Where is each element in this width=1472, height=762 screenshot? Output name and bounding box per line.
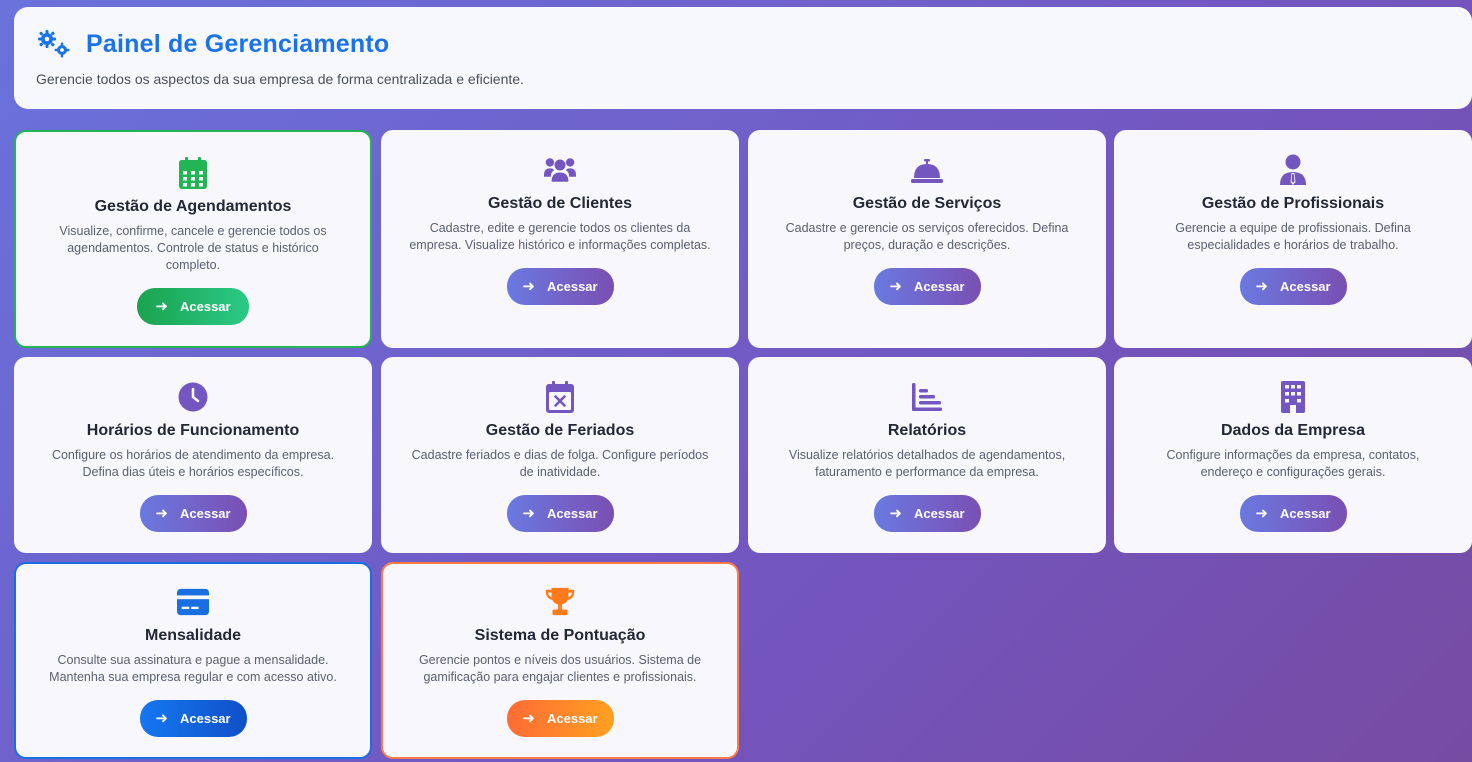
card-description: Configure informações da empresa, contat… — [1166, 448, 1420, 479]
card-relatorios: Relatórios Visualize relatórios detalhad… — [748, 357, 1106, 553]
card-description: Visualize, confirme, cancele e gerencie … — [59, 224, 327, 272]
card-feriados: Gestão de Feriados Cadastre feriados e d… — [381, 357, 739, 553]
arrow-right-icon: ➜ — [889, 278, 902, 295]
acessar-empresa-button[interactable]: ➜ Acessar — [1239, 495, 1347, 532]
building-icon — [1277, 381, 1309, 413]
card-agendamentos: Gestão de Agendamentos Visualize, confir… — [14, 130, 372, 348]
trophy-icon — [544, 586, 576, 618]
card-title: Sistema de Pontuação — [474, 627, 646, 644]
user-tie-icon — [1277, 154, 1309, 186]
arrow-right-icon: ➜ — [522, 278, 535, 295]
arrow-right-icon: ➜ — [1255, 505, 1268, 522]
card-description: Cadastre e gerencie os serviços oferecid… — [785, 221, 1069, 252]
card-mensalidade: Mensalidade Consulte sua assinatura e pa… — [14, 562, 372, 759]
service-bell-icon — [911, 154, 943, 186]
acessar-mensalidade-button[interactable]: ➜ Acessar — [139, 700, 247, 737]
card-pontuacao: Sistema de Pontuação Gerencie pontos e n… — [381, 562, 739, 759]
credit-card-icon — [177, 586, 209, 618]
card-clientes: Gestão de Clientes Cadastre, edite e ger… — [381, 130, 739, 348]
card-title: Mensalidade — [144, 627, 242, 644]
card-title: Relatórios — [887, 422, 967, 439]
arrow-right-icon: ➜ — [155, 298, 168, 315]
arrow-right-icon: ➜ — [155, 505, 168, 522]
card-description: Gerencie pontos e níveis dos usuários. S… — [418, 653, 702, 684]
acessar-relatorios-button[interactable]: ➜ Acessar — [873, 495, 981, 532]
arrow-right-icon: ➜ — [889, 505, 902, 522]
card-title: Gestão de Clientes — [487, 195, 633, 212]
acessar-horarios-button[interactable]: ➜ Acessar — [139, 495, 247, 532]
card-title: Gestão de Feriados — [485, 422, 635, 439]
page-title: Painel de Gerenciamento — [86, 29, 390, 58]
card-profissionais: Gestão de Profissionais Gerencie a equip… — [1114, 130, 1472, 348]
calendar-x-icon — [544, 381, 576, 413]
acessar-servicos-button[interactable]: ➜ Acessar — [873, 268, 981, 305]
arrow-right-icon: ➜ — [1255, 278, 1268, 295]
card-description: Visualize relatórios detalhados de agend… — [788, 448, 1066, 479]
arrow-right-icon: ➜ — [155, 710, 168, 727]
card-horarios: Horários de Funcionamento Configure os h… — [14, 357, 372, 553]
card-title: Horários de Funcionamento — [86, 422, 300, 439]
card-empresa: Dados da Empresa Configure informações d… — [1114, 357, 1472, 553]
calendar-icon — [177, 157, 209, 189]
page-header: Painel de Gerenciamento Gerencie todos o… — [14, 7, 1472, 109]
card-description: Configure os horários de atendimento da … — [51, 448, 335, 479]
card-servicos: Gestão de Serviços Cadastre e gerencie o… — [748, 130, 1106, 348]
acessar-agendamentos-button[interactable]: ➜ Acessar — [137, 288, 249, 325]
card-description: Consulte sua assinatura e pague a mensal… — [49, 653, 337, 684]
clock-icon — [177, 381, 209, 413]
gears-icon — [36, 29, 72, 59]
acessar-pontuacao-button[interactable]: ➜ Acessar — [506, 700, 614, 737]
acessar-profissionais-button[interactable]: ➜ Acessar — [1239, 268, 1347, 305]
arrow-right-icon: ➜ — [522, 710, 535, 727]
card-title: Dados da Empresa — [1220, 422, 1366, 439]
chart-icon — [911, 381, 943, 413]
card-description: Cadastre, edite e gerencie todos os clie… — [409, 221, 711, 252]
acessar-feriados-button[interactable]: ➜ Acessar — [506, 495, 614, 532]
card-description: Gerencie a equipe de profissionais. Defi… — [1175, 221, 1411, 252]
card-title: Gestão de Agendamentos — [94, 198, 292, 215]
card-title: Gestão de Profissionais — [1201, 195, 1385, 212]
card-description: Cadastre feriados e dias de folga. Confi… — [411, 448, 709, 479]
users-icon — [544, 154, 576, 186]
acessar-clientes-button[interactable]: ➜ Acessar — [506, 268, 614, 305]
page-subtitle: Gerencie todos os aspectos da sua empres… — [36, 71, 524, 87]
card-title: Gestão de Serviços — [852, 195, 1002, 212]
arrow-right-icon: ➜ — [522, 505, 535, 522]
